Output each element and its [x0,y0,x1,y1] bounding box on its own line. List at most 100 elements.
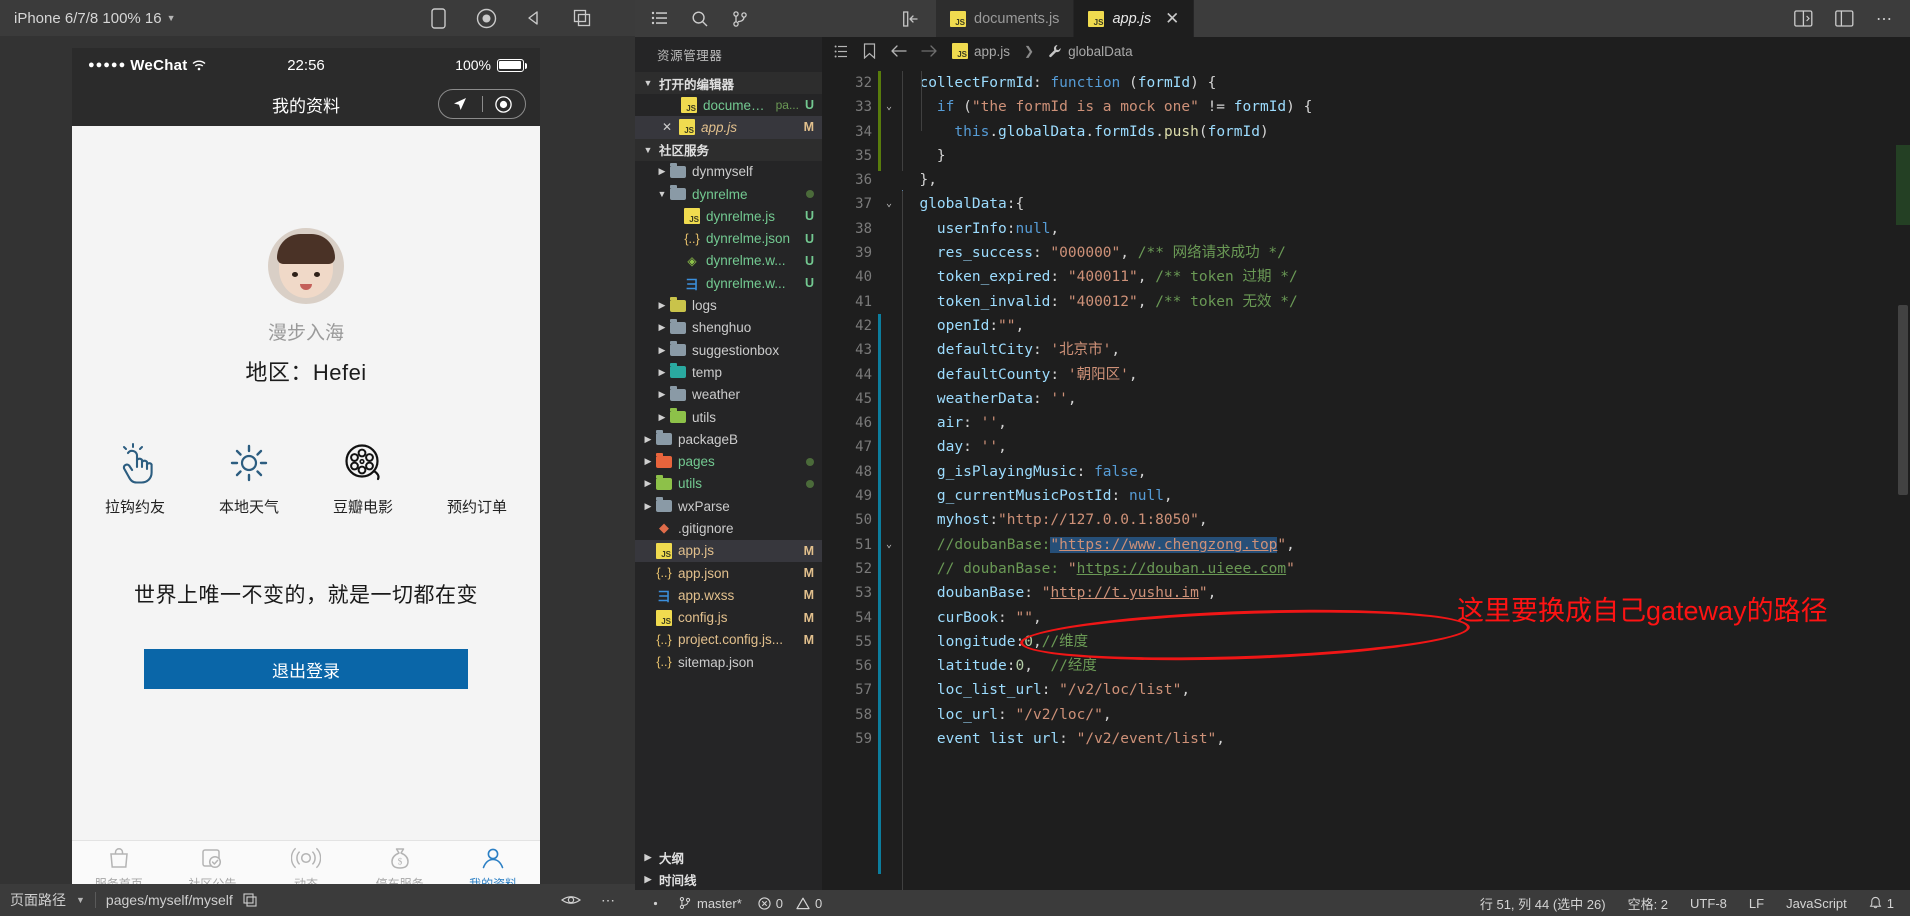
code-line[interactable]: event list url: "/v2/event/list", [902,727,1910,751]
open-editor-app-js[interactable]: ✕ JS app.js M [635,116,822,139]
code-line[interactable]: collectFormId: function (formId) { [902,71,1910,95]
code-line[interactable]: globalData:{ [902,192,1910,216]
section-timeline[interactable]: ▶ 时间线 [635,868,822,890]
code-line[interactable]: defaultCounty: '朝阳区', [902,363,1910,387]
branch-indicator[interactable]: master* [678,896,742,911]
code-line[interactable]: myhost:"http://127.0.0.1:8050", [902,508,1910,532]
copy-path-icon[interactable] [243,893,257,907]
editor-scrollbar[interactable] [1896,65,1910,890]
device-selector[interactable]: iPhone 6/7/8 100% 16 ▼ [14,10,176,27]
code-line[interactable]: loc_url: "/v2/loc/", [902,703,1910,727]
grid-item-lagou[interactable]: 拉钩约友 [78,441,192,517]
code-area[interactable]: 32 33 ⌄ 34 35 36 37 ⌄ 38 39 40 41 42 43 44 45 46 47 48 49 50… [822,65,1910,890]
chevron-down-icon[interactable]: ▼ [76,895,85,905]
breadcrumb-symbol[interactable]: globalData [1048,44,1133,59]
back-icon[interactable] [523,7,545,29]
chevron-right-icon[interactable]: ▶ [655,300,669,311]
code-line[interactable]: g_isPlayingMusic: false, [902,460,1910,484]
grid-item-weather[interactable]: 本地天气 [192,441,306,517]
chevron-right-icon[interactable]: ▶ [655,367,669,378]
tree-item-wxparse[interactable]: ▶ wxParse [635,495,822,517]
more-actions-icon[interactable]: ⋯ [1876,9,1892,29]
tree-item-sitemap-json[interactable]: {..} sitemap.json [635,651,822,673]
code-line[interactable]: openId:"", [902,314,1910,338]
tree-item-logs[interactable]: ▶ logs [635,294,822,316]
eye-icon[interactable] [561,893,581,907]
forward-arrow-icon[interactable] [921,44,938,58]
cursor-position[interactable]: 行 51, 列 44 (选中 26) [1480,894,1606,913]
chevron-right-icon[interactable]: ▶ [655,166,669,177]
code-line[interactable]: air: '', [902,411,1910,435]
layout-icon[interactable] [1835,10,1854,27]
indentation[interactable]: 空格: 2 [1628,894,1668,913]
chevron-right-icon[interactable]: ▶ [655,322,669,333]
tree-item-dynmyself[interactable]: ▶ dynmyself [635,161,822,183]
wechat-capsule[interactable] [438,89,526,119]
code-line[interactable]: } [902,144,1910,168]
section-project-root[interactable]: ▼ 社区服务 [635,138,822,161]
problems-indicator[interactable]: 0 0 [758,896,822,911]
tree-item-suggestionbox[interactable]: ▶ suggestionbox [635,339,822,361]
tree-item-app-js[interactable]: JS app.js M [635,539,822,562]
encoding[interactable]: UTF-8 [1690,896,1727,911]
chevron-right-icon[interactable]: ▶ [641,501,655,512]
close-icon[interactable]: ✕ [1165,10,1179,27]
section-open-editors[interactable]: ▼ 打开的编辑器 [635,72,822,94]
more-capsule-icon[interactable] [483,95,526,113]
tree-item-weather[interactable]: ▶ weather [635,384,822,406]
code-line[interactable]: userInfo:null, [902,217,1910,241]
code-line[interactable]: weatherData: '', [902,387,1910,411]
explorer-icon[interactable] [651,10,669,28]
code-line[interactable]: res_success: "000000", /** 网络请求成功 */ [902,241,1910,265]
code-line[interactable]: if ("the formId is a mock one" != formId… [902,95,1910,119]
tree-item-dynrelme-js[interactable]: JS dynrelme.js U [635,205,822,227]
tree-item-app-json[interactable]: {..} app.json M [635,562,822,584]
code-line[interactable]: this.globalData.formIds.push(formId) [902,120,1910,144]
split-editor-icon[interactable] [1794,10,1813,27]
toggle-sidebar-icon[interactable] [887,0,936,37]
minimap-slider[interactable] [1896,145,1910,225]
chevron-right-icon[interactable]: ▶ [641,434,655,445]
back-arrow-icon[interactable] [890,44,907,58]
chevron-right-icon[interactable]: ▶ [655,389,669,400]
section-outline[interactable]: ▶ 大纲 [635,846,822,868]
bookmark-icon[interactable] [863,43,876,59]
code-line[interactable]: }, [902,168,1910,192]
chevron-right-icon[interactable]: ▶ [655,412,669,423]
editor-tab-documents-js[interactable]: JS documents.js [936,0,1075,37]
copy-icon[interactable] [571,7,593,29]
notifications[interactable]: 1 [1869,896,1894,911]
tree-item-pages[interactable]: ▶ pages [635,450,822,472]
code-line[interactable]: token_expired: "400011", /** token 过期 */ [902,265,1910,289]
code-line[interactable]: loc_list_url: "/v2/loc/list", [902,678,1910,702]
editor-tab-app-js[interactable]: JS app.js ✕ [1074,0,1195,37]
language-mode[interactable]: JavaScript [1786,896,1847,911]
outline-icon[interactable] [834,44,849,59]
chevron-right-icon[interactable]: ▶ [655,345,669,356]
chevron-right-icon[interactable]: ▶ [641,456,655,467]
open-editor-documents-js[interactable]: JS documents.js pa... U [635,94,822,116]
logout-button[interactable]: 退出登录 [144,649,468,689]
scrollbar-thumb[interactable] [1898,305,1908,495]
code-line[interactable]: //doubanBase:"https://www.chengzong.top"… [902,533,1910,557]
close-icon[interactable]: ✕ [659,120,675,134]
code-line[interactable]: day: '', [902,435,1910,459]
location-arrow-icon[interactable] [439,96,482,112]
eol[interactable]: LF [1749,896,1764,911]
tree-item-app-wxss[interactable]: 彐 app.wxss M [635,584,822,606]
record-icon[interactable] [475,7,497,29]
tree-item-project-config-js-[interactable]: {..} project.config.js... M [635,629,822,651]
breadcrumb-file[interactable]: JS app.js [952,43,1010,59]
tree-item-config-js[interactable]: JS config.js M [635,607,822,629]
code-line[interactable]: token_invalid: "400012", /** token 无效 */ [902,290,1910,314]
avatar[interactable] [268,228,344,304]
code-line[interactable]: g_currentMusicPostId: null, [902,484,1910,508]
code-line[interactable]: // doubanBase: "https://douban.uieee.com… [902,557,1910,581]
phone-icon[interactable] [427,7,449,29]
more-icon[interactable]: ⋯ [601,892,615,909]
code-lines[interactable]: collectFormId: function (formId) { if ("… [878,65,1910,890]
tree-item-shenghuo[interactable]: ▶ shenghuo [635,317,822,339]
tree-item-packageb[interactable]: ▶ packageB [635,428,822,450]
tree-item-dynrelme-json[interactable]: {..} dynrelme.json U [635,227,822,249]
tree-item-dynrelme[interactable]: ▼ dynrelme [635,183,822,205]
